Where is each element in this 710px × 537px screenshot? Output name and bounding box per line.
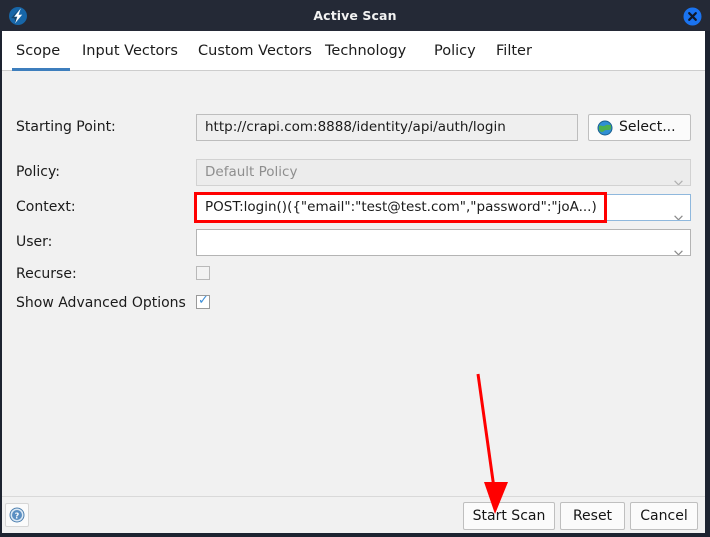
policy-value: Default Policy — [205, 164, 298, 180]
show-advanced-options-checkbox[interactable]: ✓ — [196, 293, 210, 309]
window-title: Active Scan — [313, 8, 397, 23]
starting-point-label: Starting Point: — [16, 119, 116, 135]
title-bar: Active Scan — [0, 0, 710, 31]
tab-scope[interactable]: Scope — [16, 31, 60, 71]
select-button-label: Select... — [619, 119, 676, 135]
context-label: Context: — [16, 199, 76, 215]
active-scan-dialog-window: Active Scan Scope Input Vectors Custom V… — [0, 0, 710, 537]
checkmark-icon: ✓ — [198, 293, 209, 308]
tab-custom-vectors[interactable]: Custom Vectors — [198, 31, 312, 71]
recurse-checkbox[interactable] — [196, 266, 210, 280]
scope-form-panel: Starting Point: http://crapi.com:8888/id… — [2, 71, 705, 496]
context-value: POST:login()({"email":"test@test.com","p… — [205, 199, 597, 215]
select-button[interactable]: Select... — [588, 114, 691, 141]
tab-policy[interactable]: Policy — [434, 31, 476, 71]
help-button[interactable]: ? — [5, 503, 29, 527]
window-right-border — [705, 31, 710, 533]
dialog-footer: ? Start Scan Reset Cancel — [2, 496, 705, 533]
tab-bar: Scope Input Vectors Custom Vectors Techn… — [2, 31, 705, 71]
chevron-down-icon — [674, 170, 683, 185]
tab-filter[interactable]: Filter — [496, 31, 532, 71]
tab-technology[interactable]: Technology — [325, 31, 406, 71]
policy-label: Policy: — [16, 164, 60, 180]
reset-button[interactable]: Reset — [560, 502, 625, 530]
window-bottom-border — [0, 533, 710, 537]
dialog-body: Scope Input Vectors Custom Vectors Techn… — [2, 31, 705, 533]
show-advanced-options-label: Show Advanced Options — [16, 295, 186, 311]
close-icon[interactable] — [683, 7, 702, 26]
policy-combobox: Default Policy — [196, 159, 691, 186]
cancel-button[interactable]: Cancel — [630, 502, 698, 530]
user-combobox[interactable] — [196, 229, 691, 256]
recurse-label: Recurse: — [16, 266, 77, 282]
tab-input-vectors[interactable]: Input Vectors — [82, 31, 178, 71]
user-label: User: — [16, 234, 53, 250]
chevron-down-icon[interactable] — [674, 240, 683, 255]
chevron-down-icon[interactable] — [674, 205, 683, 220]
starting-point-input[interactable]: http://crapi.com:8888/identity/api/auth/… — [196, 114, 578, 141]
context-combobox[interactable]: POST:login()({"email":"test@test.com","p… — [196, 194, 691, 221]
svg-text:?: ? — [15, 512, 20, 521]
start-scan-button[interactable]: Start Scan — [463, 502, 555, 530]
globe-icon — [597, 120, 613, 136]
